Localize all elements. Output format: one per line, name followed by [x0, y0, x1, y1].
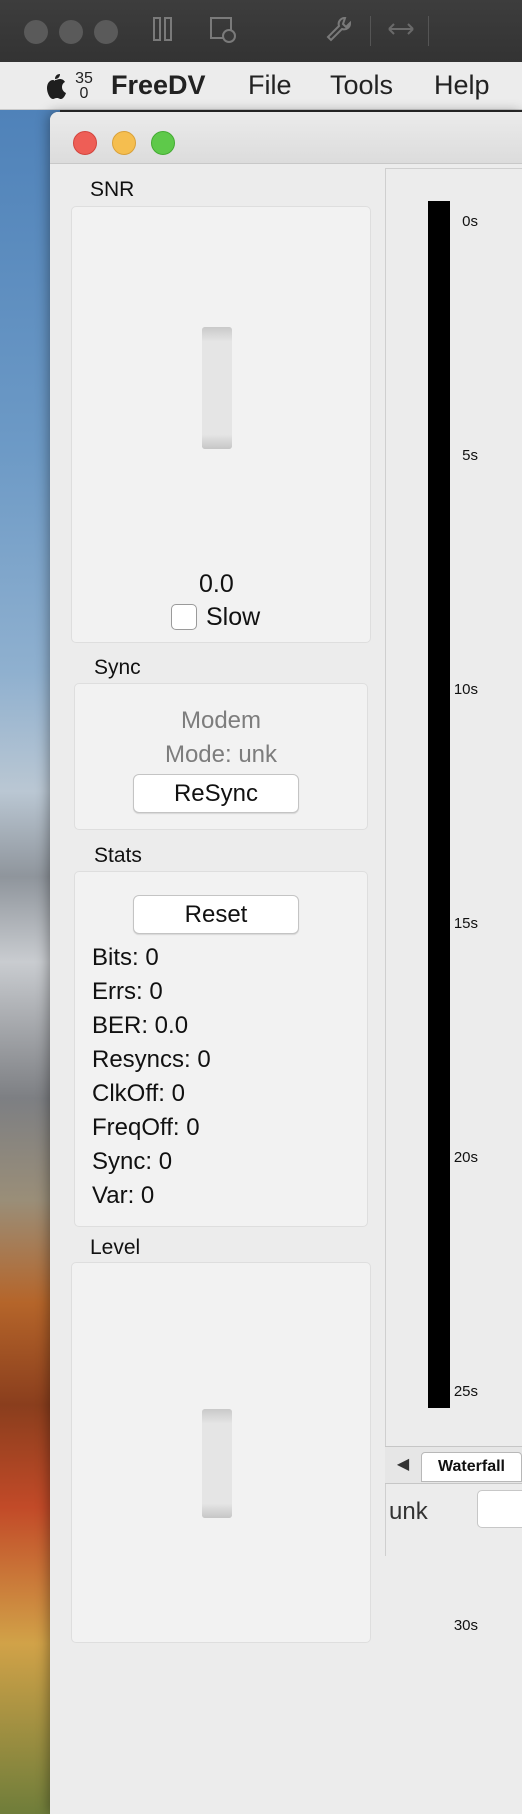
host-toolbar	[0, 0, 522, 62]
menu-tools[interactable]: Tools	[330, 70, 393, 101]
mode-status-text: unk	[389, 1498, 428, 1525]
bottom-input-field[interactable]	[477, 1490, 522, 1528]
stat-var: Var: 0	[92, 1182, 155, 1209]
stat-ber: BER: 0.0	[92, 1012, 189, 1039]
sync-label: Sync	[94, 656, 141, 679]
y-tick-3: 15s	[453, 915, 478, 932]
snr-value: 0.0	[199, 570, 234, 598]
y-tick-0: 0s	[462, 213, 478, 230]
window-close-button[interactable]	[73, 131, 97, 155]
menu-help[interactable]: Help	[434, 70, 490, 101]
level-label: Level	[90, 1236, 141, 1259]
reset-button[interactable]: Reset	[133, 895, 299, 934]
snapshot-icon[interactable]	[208, 15, 238, 52]
y-tick-6: 30s	[453, 1617, 478, 1634]
snr-label: SNR	[90, 178, 135, 201]
window-maximize-button[interactable]	[151, 131, 175, 155]
window-titlebar[interactable]	[50, 112, 522, 164]
resize-arrows-icon[interactable]	[386, 15, 416, 50]
tab-scroll-left-icon[interactable]: ◀	[392, 1452, 414, 1478]
slow-checkbox[interactable]	[171, 604, 197, 630]
menu-app-name[interactable]: FreeDV	[111, 70, 206, 101]
waterfall-plot[interactable]	[428, 201, 450, 1408]
stats-label: Stats	[94, 844, 142, 867]
menubar-clock: 35 0	[75, 70, 93, 102]
host-zoom-dot[interactable]	[94, 20, 118, 44]
menubar: 35 0 FreeDV File Tools Help	[0, 62, 522, 110]
y-tick-5: 25s	[453, 1383, 478, 1400]
level-gauge	[202, 1409, 232, 1518]
stat-resyncs: Resyncs: 0	[92, 1046, 211, 1073]
menu-file[interactable]: File	[248, 70, 292, 101]
window-minimize-button[interactable]	[112, 131, 136, 155]
wrench-icon[interactable]	[325, 15, 353, 50]
stat-errs: Errs: 0	[92, 978, 163, 1005]
y-tick-1: 5s	[462, 447, 478, 464]
slow-checkbox-label: Slow	[206, 603, 261, 631]
pause-icon[interactable]	[151, 15, 175, 50]
modem-line-1: Modem	[180, 707, 262, 734]
modem-mode-status: Mode: unk	[164, 741, 278, 768]
snr-gauge	[202, 327, 232, 449]
resync-button[interactable]: ReSync	[133, 774, 299, 813]
tab-waterfall[interactable]: Waterfall	[421, 1452, 522, 1482]
stat-bits: Bits: 0	[92, 944, 159, 971]
host-close-dot[interactable]	[24, 20, 48, 44]
y-tick-2: 10s	[453, 681, 478, 698]
y-tick-4: 20s	[453, 1149, 478, 1166]
apple-icon[interactable]	[42, 72, 68, 100]
host-minimize-dot[interactable]	[59, 20, 83, 44]
stat-sync: Sync: 0	[92, 1148, 173, 1175]
stat-freqoff: FreqOff: 0	[92, 1114, 200, 1141]
stat-clkoff: ClkOff: 0	[92, 1080, 185, 1107]
plot-panel	[385, 168, 522, 1556]
